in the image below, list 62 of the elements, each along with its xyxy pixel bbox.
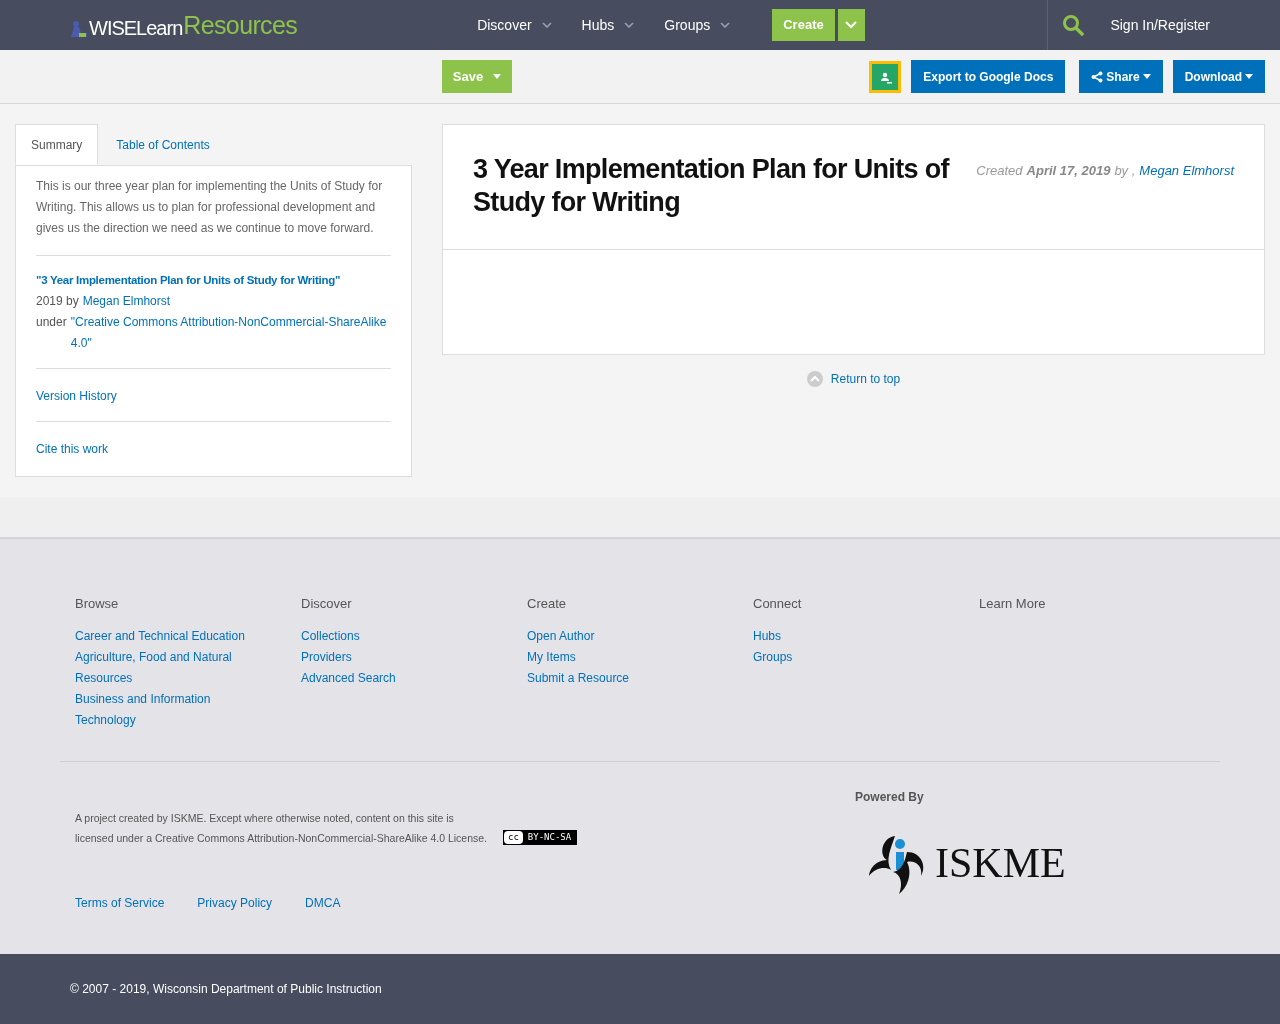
license-link[interactable]: "Creative Commons Attribution-NonCommercial-ShareAlike 4.0" — [70, 312, 391, 354]
footer-heading: Discover — [301, 595, 353, 613]
sidebar-link[interactable]: Version History — [36, 389, 117, 403]
share-button[interactable]: Share — [1079, 60, 1163, 93]
cc-license-badge[interactable]: cc BY-NC-SA — [503, 830, 578, 845]
sidebar-tab[interactable]: Table of Contents — [98, 124, 228, 165]
footer-link[interactable]: Agriculture, Food and Natural Resources — [75, 646, 255, 689]
download-button[interactable]: Download — [1172, 60, 1265, 93]
caret-icon — [1142, 74, 1151, 79]
export-button[interactable]: Export to Google Docs — [911, 60, 1066, 93]
footer-link[interactable]: Groups — [753, 646, 933, 668]
legal-link[interactable]: Terms of Service — [75, 894, 165, 912]
logo-wordmark: WISELearn — [89, 17, 183, 38]
return-to-top-link[interactable]: Return to top — [830, 370, 901, 388]
site-logo[interactable]: WISELearnResources — [70, 12, 298, 38]
created-date: April 17, 2019 — [1026, 162, 1111, 180]
resource-title-link[interactable]: "3 Year Implementation Plan for Units of Study for Writing" — [36, 270, 391, 291]
classroom-share-icon[interactable] — [869, 60, 902, 93]
iskme-logo: ISKME — [867, 830, 1066, 896]
nav-menu[interactable]: Hubs — [581, 14, 635, 36]
by-label: by , — [1114, 162, 1136, 180]
nav-menu[interactable]: Discover — [477, 14, 552, 36]
footer-link[interactable]: Advanced Search — [301, 667, 481, 689]
caret-icon — [493, 74, 502, 79]
resource-title: 3 Year Implementation Plan for Units of Study for Writing — [473, 153, 951, 219]
footer-link[interactable]: My Items — [527, 646, 707, 668]
footer-heading: Connect — [753, 595, 803, 613]
powered-by-label: Powered By — [855, 789, 925, 806]
footer-link[interactable]: Submit a Resource — [527, 667, 707, 689]
footer-link[interactable]: Career and Technical Education — [75, 625, 255, 647]
caret-icon — [1245, 74, 1253, 79]
footer-heading: Browse — [75, 595, 120, 613]
footer-link[interactable]: Open Author — [527, 625, 707, 647]
footer-link[interactable]: Hubs — [753, 625, 933, 647]
under-text: under — [36, 314, 67, 331]
license-notice: A project created by ISKME. Except where otherwise noted, content on this site is licensed under a Creative Commons Attribution-NonCommercial-ShareAlike 4.0 License. — [75, 811, 489, 846]
chevron-icon — [720, 22, 731, 28]
share-icon — [1091, 70, 1104, 83]
sidebar-tab[interactable]: Summary — [15, 124, 99, 165]
sign-in-link[interactable]: Sign In/Register — [1110, 14, 1210, 36]
search-icon[interactable] — [1062, 14, 1085, 36]
nav-menu[interactable]: Groups — [664, 14, 731, 36]
summary-text: This is our three year plan for implementing the Units of Study for Writing. This allows us to plan for professional development and gives us the direction we need as we continue to move forward. — [36, 176, 391, 256]
chevron-icon — [541, 22, 552, 28]
footer-link[interactable]: Collections — [301, 625, 481, 647]
chevron-icon — [624, 22, 635, 28]
chevron-icon — [845, 21, 858, 29]
author-link[interactable]: Megan Elmhorst — [82, 291, 171, 312]
logo-accent-text: Resources — [183, 12, 298, 38]
legal-link[interactable]: DMCA — [305, 894, 341, 912]
footer-heading: Create — [527, 595, 568, 613]
footer-link[interactable]: Providers — [301, 646, 481, 668]
created-label: Created — [976, 162, 1023, 180]
copyright-text: © 2007 - 2019, Wisconsin Department of Public Instruction — [70, 981, 382, 998]
author-link[interactable]: Megan Elmhorst — [1139, 161, 1234, 219]
footer-link[interactable]: Business and Information Technology — [75, 688, 255, 731]
sidebar-link[interactable]: Cite this work — [36, 442, 109, 456]
create-dropdown-button[interactable] — [837, 9, 865, 41]
footer-heading: Learn More — [979, 595, 1047, 613]
people-icon — [70, 19, 88, 38]
legal-link[interactable]: Privacy Policy — [197, 894, 273, 912]
year-by-text: 2019 by — [36, 293, 79, 310]
